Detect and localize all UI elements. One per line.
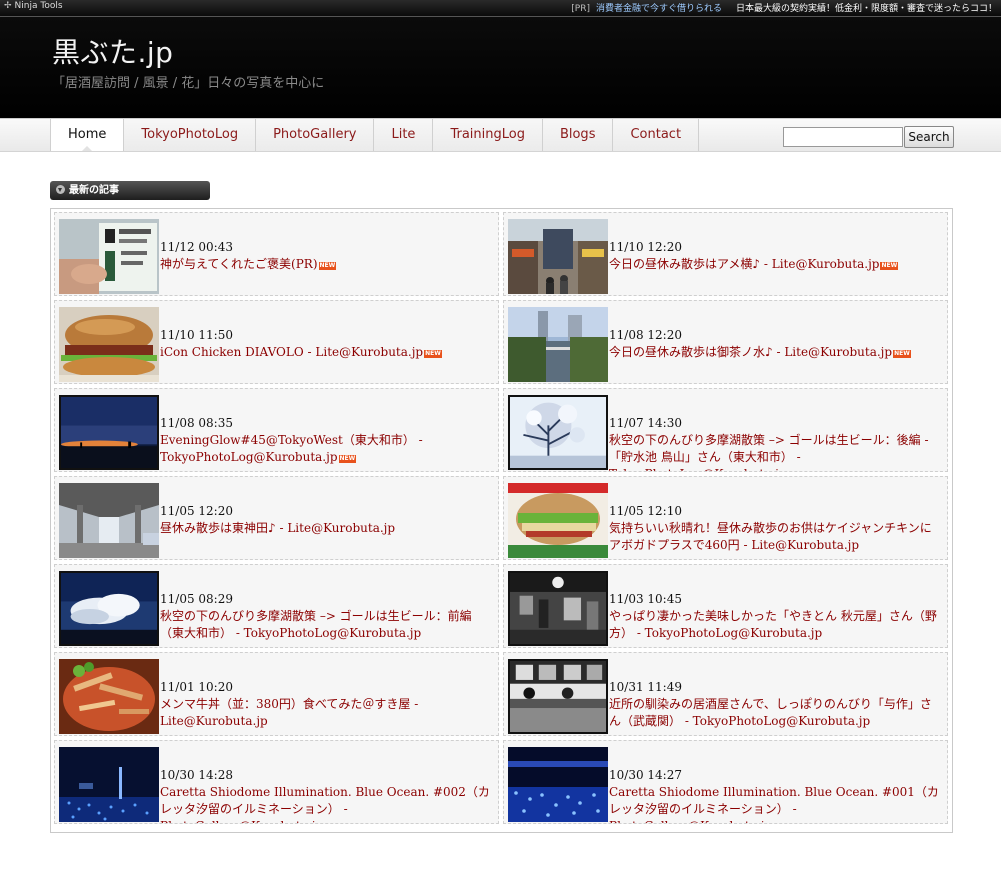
post-thumbnail[interactable] bbox=[508, 307, 608, 382]
ad-text: 日本最大級の契約実績！低金利・限度額・審査で迷ったらココ！ bbox=[735, 4, 997, 14]
post-item: 11/10 12:20 今日の昼休み散歩はアメ横♪ - Lite@Kurobuta… bbox=[503, 212, 948, 296]
post-item: 11/05 08:29 秋空の下のんびり多摩湖散策 –> ゴールは生ビール：前編（… bbox=[54, 564, 499, 648]
post-title-link[interactable]: 秋空の下のんびり多摩湖散策 –> ゴールは生ビール：後編 - 「貯水池 鳥山」さ… bbox=[609, 433, 929, 471]
site-header: 黒ぶた.jp 「居酒屋訪問 / 風景 / 花」日々の写真を中心に bbox=[0, 17, 1001, 118]
ad-link[interactable]: 消費者金融で今すぐ借りられる bbox=[596, 4, 722, 14]
post-thumbnail[interactable] bbox=[59, 219, 159, 294]
section-heading: 最新の記事 bbox=[50, 181, 210, 200]
post-item: 11/07 14:30 秋空の下のんびり多摩湖散策 –> ゴールは生ビール：後編 … bbox=[503, 388, 948, 472]
post-title-link[interactable]: iCon Chicken DIAVOLO - Lite@Kurobuta.jp bbox=[160, 345, 423, 359]
post-thumbnail[interactable] bbox=[59, 483, 159, 558]
post-date: 11/05 12:20 bbox=[160, 504, 233, 518]
post-thumbnail[interactable] bbox=[508, 395, 608, 470]
post-text: 11/03 10:45 やっぱり凄かった美味しかった「やきとん 秋元屋」さん（野方… bbox=[609, 591, 941, 642]
nav-blogs[interactable]: Blogs bbox=[542, 119, 614, 151]
post-text: 11/08 12:20 今日の昼休み散歩は御茶ノ水♪ - Lite@Kurobut… bbox=[609, 327, 941, 361]
recent-posts-panel: 11/12 00:43 神が与えてくれたご褒美(PR) NEW 11/10 12:20… bbox=[50, 208, 953, 833]
post-thumbnail[interactable] bbox=[508, 219, 608, 294]
post-item: 10/30 14:27 Caretta Shiodome Illumination… bbox=[503, 740, 948, 824]
post-text: 11/10 12:20 今日の昼休み散歩はアメ横♪ - Lite@Kurobuta… bbox=[609, 239, 941, 273]
post-text: 11/07 14:30 秋空の下のんびり多摩湖散策 –> ゴールは生ビール：後編 … bbox=[609, 415, 941, 471]
post-title-link[interactable]: 今日の昼休み散歩は御茶ノ水♪ - Lite@Kurobuta.jp bbox=[609, 345, 892, 359]
post-item: 11/05 12:20 昼休み散歩は東神田♪ - Lite@Kurobuta.jp bbox=[54, 476, 499, 560]
post-title-link[interactable]: 近所の馴染みの居酒屋さんで、しっぽりのんびり「与作」さん（武蔵関） - Toky… bbox=[609, 697, 932, 728]
post-text: 11/08 08:35 EveningGlow#45@TokyoWest（東大和市… bbox=[160, 415, 492, 466]
post-thumbnail[interactable] bbox=[59, 307, 159, 382]
post-date: 11/10 11:50 bbox=[160, 328, 233, 342]
nav-home[interactable]: Home bbox=[50, 119, 125, 151]
new-badge: NEW bbox=[338, 455, 357, 463]
new-badge: NEW bbox=[318, 262, 337, 270]
collapse-arrow-icon bbox=[56, 185, 65, 194]
site-title[interactable]: 黒ぶた.jp bbox=[52, 31, 173, 71]
post-date: 11/05 08:29 bbox=[160, 592, 233, 606]
nav-tokyophotolog[interactable]: TokyoPhotoLog bbox=[124, 119, 257, 151]
post-date: 11/03 10:45 bbox=[609, 592, 682, 606]
post-date: 11/08 12:20 bbox=[609, 328, 682, 342]
ad-pr-label: [PR] bbox=[571, 4, 590, 14]
ninja-tools-logo[interactable]: ✢ Ninja Tools bbox=[4, 1, 63, 11]
post-thumbnail[interactable] bbox=[59, 659, 159, 734]
post-text: 11/05 08:29 秋空の下のんびり多摩湖散策 –> ゴールは生ビール：前編（… bbox=[160, 591, 492, 642]
post-text: 11/12 00:43 神が与えてくれたご褒美(PR) NEW bbox=[160, 239, 492, 273]
post-date: 11/10 12:20 bbox=[609, 240, 682, 254]
ninja-tools-label: Ninja Tools bbox=[14, 1, 63, 11]
post-thumbnail[interactable] bbox=[59, 747, 159, 822]
post-thumbnail[interactable] bbox=[508, 659, 608, 734]
new-badge: NEW bbox=[424, 350, 442, 358]
post-date: 10/31 11:49 bbox=[609, 680, 682, 694]
post-text: 11/05 12:20 昼休み散歩は東神田♪ - Lite@Kurobuta.jp bbox=[160, 503, 492, 537]
post-title-link[interactable]: 気持ちいい秋晴れ！昼休み散歩のお供はケイジャンチキンにアボガドプラスで460円 … bbox=[609, 521, 932, 552]
ninja-tools-bar: ✢ Ninja Tools [PR] 消費者金融で今すぐ借りられる 日本最大級の契約… bbox=[0, 0, 1001, 17]
nav-photogallery[interactable]: PhotoGallery bbox=[256, 119, 375, 151]
post-title-link[interactable]: 神が与えてくれたご褒美(PR) bbox=[160, 257, 318, 271]
nav-traininglog[interactable]: TrainingLog bbox=[433, 119, 543, 151]
nav-contact[interactable]: Contact bbox=[613, 119, 700, 151]
site-description: 「居酒屋訪問 / 風景 / 花」日々の写真を中心に bbox=[52, 76, 325, 91]
post-item: 11/03 10:45 やっぱり凄かった美味しかった「やきとん 秋元屋」さん（野方… bbox=[503, 564, 948, 648]
post-item: 11/08 12:20 今日の昼休み散歩は御茶ノ水♪ - Lite@Kurobut… bbox=[503, 300, 948, 384]
post-thumbnail[interactable] bbox=[59, 395, 159, 470]
post-text: 10/31 11:49 近所の馴染みの居酒屋さんで、しっぽりのんびり「与作」さん（… bbox=[609, 679, 941, 730]
post-title-link[interactable]: 秋空の下のんびり多摩湖散策 –> ゴールは生ビール：前編（東大和市） - Tok… bbox=[160, 609, 472, 640]
post-title-link[interactable]: 今日の昼休み散歩はアメ横♪ - Lite@Kurobuta.jp bbox=[609, 257, 879, 271]
post-item: 11/10 11:50 iCon Chicken DIAVOLO - Lite@K… bbox=[54, 300, 499, 384]
ad-banner: [PR] 消費者金融で今すぐ借りられる 日本最大級の契約実績！低金利・限度額・審査で… bbox=[571, 1, 997, 14]
new-badge: NEW bbox=[893, 350, 911, 358]
post-title-link[interactable]: Caretta Shiodome Illumination. Blue Ocea… bbox=[609, 785, 939, 823]
post-title-link[interactable]: やっぱり凄かった美味しかった「やきとん 秋元屋」さん（野方） - TokyoPh… bbox=[609, 609, 937, 640]
post-text: 11/05 12:10 気持ちいい秋晴れ！昼休み散歩のお供はケイジャンチキンにアボ… bbox=[609, 503, 941, 554]
post-date: 11/08 08:35 bbox=[160, 416, 233, 430]
post-item: 11/12 00:43 神が与えてくれたご褒美(PR) NEW bbox=[54, 212, 499, 296]
post-text: 10/30 14:28 Caretta Shiodome Illumination… bbox=[160, 767, 492, 823]
post-thumbnail[interactable] bbox=[508, 571, 608, 646]
post-thumbnail[interactable] bbox=[508, 483, 608, 558]
post-title-link[interactable]: EveningGlow#45@TokyoWest（東大和市） - TokyoPh… bbox=[160, 433, 423, 464]
post-thumbnail[interactable] bbox=[59, 571, 159, 646]
post-text: 11/10 11:50 iCon Chicken DIAVOLO - Lite@K… bbox=[160, 327, 492, 361]
post-thumbnail[interactable] bbox=[508, 747, 608, 822]
post-date: 11/01 10:20 bbox=[160, 680, 233, 694]
post-item: 10/31 11:49 近所の馴染みの居酒屋さんで、しっぽりのんびり「与作」さん（… bbox=[503, 652, 948, 736]
post-date: 11/12 00:43 bbox=[160, 240, 233, 254]
post-item: 10/30 14:28 Caretta Shiodome Illumination… bbox=[54, 740, 499, 824]
post-title-link[interactable]: 昼休み散歩は東神田♪ - Lite@Kurobuta.jp bbox=[160, 521, 395, 535]
nav-lite[interactable]: Lite bbox=[374, 119, 434, 151]
post-date: 11/05 12:10 bbox=[609, 504, 682, 518]
search-button[interactable]: Search bbox=[904, 126, 954, 148]
post-item: 11/01 10:20 メンマ牛丼（並：380円）食べてみた＠すき屋 - Lite… bbox=[54, 652, 499, 736]
post-title-link[interactable]: Caretta Shiodome Illumination. Blue Ocea… bbox=[160, 785, 490, 823]
post-date: 10/30 14:28 bbox=[160, 768, 233, 782]
new-badge: NEW bbox=[880, 262, 899, 270]
post-text: 11/01 10:20 メンマ牛丼（並：380円）食べてみた＠すき屋 - Lite… bbox=[160, 679, 492, 730]
post-text: 10/30 14:27 Caretta Shiodome Illumination… bbox=[609, 767, 941, 823]
search-input[interactable] bbox=[783, 127, 903, 147]
post-title-link[interactable]: メンマ牛丼（並：380円）食べてみた＠すき屋 - Lite@Kurobuta.j… bbox=[160, 697, 418, 728]
post-item: 11/08 08:35 EveningGlow#45@TokyoWest（東大和市… bbox=[54, 388, 499, 472]
post-date: 11/07 14:30 bbox=[609, 416, 682, 430]
ninja-star-icon: ✢ bbox=[4, 1, 12, 11]
post-item: 11/05 12:10 気持ちいい秋晴れ！昼休み散歩のお供はケイジャンチキンにアボ… bbox=[503, 476, 948, 560]
section-title: 最新の記事 bbox=[69, 185, 119, 196]
post-date: 10/30 14:27 bbox=[609, 768, 682, 782]
